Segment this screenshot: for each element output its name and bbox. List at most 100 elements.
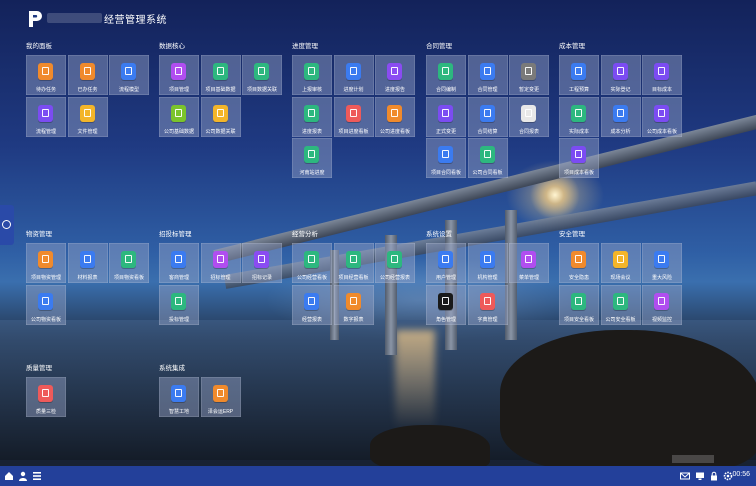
app-tile[interactable]: 上报审核 <box>292 55 332 95</box>
app-tile[interactable]: 项目合同看板 <box>426 138 466 178</box>
app-tile[interactable]: 项目安全看板 <box>559 284 599 325</box>
app-tile[interactable]: 合同报表 <box>509 96 549 137</box>
app-tile-label: 泽会运ERP <box>207 409 234 415</box>
app-tile[interactable]: 安全隐患 <box>559 243 599 283</box>
app-tile[interactable]: 角色管理 <box>426 284 466 325</box>
bid-icon <box>212 251 228 268</box>
app-tile[interactable]: 机构管理 <box>467 243 508 283</box>
section-title: 经营分析 <box>292 231 318 238</box>
section-title: 安全管理 <box>559 231 585 238</box>
app-tile[interactable]: 公司物资看板 <box>26 284 66 325</box>
app-tile[interactable]: 正式变更 <box>426 96 466 137</box>
menu-icon[interactable] <box>32 471 42 481</box>
app-tile-label: 合同管理 <box>477 87 498 93</box>
app-tile[interactable]: 进度报告 <box>375 55 415 95</box>
app-tile[interactable]: 投标管理 <box>159 284 199 325</box>
app-tile[interactable]: 实际成本 <box>559 96 599 137</box>
app-tile-label: 待办任务 <box>35 87 56 93</box>
app-tile[interactable]: 公司成本看板 <box>642 96 682 137</box>
app-tile[interactable]: 质量三检 <box>26 377 66 417</box>
app-tile[interactable]: 公司经营看板 <box>292 243 332 283</box>
app-tile[interactable]: 客商管理 <box>159 243 199 283</box>
app-tile[interactable]: 公司进度看板 <box>375 96 415 137</box>
app-tile[interactable]: 目标成本 <box>642 55 682 95</box>
app-tile[interactable]: 材料报表 <box>67 243 108 283</box>
board-icon <box>612 292 628 310</box>
app-tile[interactable]: 智慧工地 <box>159 377 199 417</box>
app-tile[interactable]: 文件管理 <box>67 96 108 137</box>
app-tile[interactable]: 项目进度看板 <box>333 96 374 137</box>
section-title: 招投标管理 <box>159 231 192 238</box>
app-tile[interactable]: 流程管理 <box>26 96 66 137</box>
app-tile[interactable]: 项目基础数据 <box>200 55 241 95</box>
record-icon <box>254 251 269 268</box>
app-tile[interactable]: 招标管理 <box>200 243 241 283</box>
app-tile[interactable]: 暂定变更 <box>509 55 549 95</box>
app-tile[interactable]: 合同管理 <box>467 55 508 95</box>
app-tile-label: 公司物资看板 <box>30 316 61 323</box>
app-tile-label: 数字报表 <box>343 316 364 323</box>
settle-icon <box>479 104 495 122</box>
app-tile[interactable]: 公司合同看板 <box>467 138 508 178</box>
lock-icon[interactable] <box>709 471 719 481</box>
app-tile[interactable]: 合同结算 <box>467 96 508 137</box>
app-tile[interactable]: 项目经营看板 <box>333 243 374 283</box>
table-icon <box>304 104 319 122</box>
app-tile[interactable]: 公司安全看板 <box>600 284 641 325</box>
material-icon <box>38 251 53 268</box>
mail-icon[interactable] <box>680 471 690 481</box>
app-tile[interactable]: 工程预算 <box>559 55 599 95</box>
app-tile[interactable]: 项目物资看板 <box>109 243 149 283</box>
table-icon <box>387 251 402 268</box>
rock <box>500 330 756 470</box>
app-tile-label: 公司进度看板 <box>379 128 410 135</box>
app-tile[interactable]: 菜单管理 <box>509 243 549 283</box>
app-tile-label: 项目进度看板 <box>338 128 369 135</box>
app-tile[interactable]: 项目管理 <box>159 55 199 95</box>
doc-icon <box>387 63 402 80</box>
budget-icon <box>571 63 586 80</box>
app-tile[interactable]: 公司数据关联 <box>200 96 241 137</box>
app-tile-label: 进度计划 <box>343 87 364 93</box>
app-tile[interactable]: 进度计划 <box>333 55 374 95</box>
app-tile[interactable]: 公司基础数据 <box>159 96 199 137</box>
app-tile[interactable]: 现场会议 <box>600 243 641 283</box>
app-tile[interactable]: 招标记录 <box>242 243 282 283</box>
app-tile[interactable]: 待办任务 <box>26 55 66 95</box>
app-tile[interactable]: 视频监控 <box>642 284 682 325</box>
app-tile-label: 流程模型 <box>118 87 139 93</box>
app-tile[interactable]: 合同编制 <box>426 55 466 95</box>
screen-icon[interactable] <box>695 471 705 481</box>
app-tile[interactable]: 流程模型 <box>109 55 149 95</box>
analysis-icon <box>612 104 628 122</box>
app-tile[interactable]: 用户管理 <box>426 243 466 283</box>
app-tile[interactable]: 已办任务 <box>67 55 108 95</box>
app-tile-label: 上报审核 <box>301 87 322 93</box>
app-tile[interactable]: 重大风险 <box>642 243 682 283</box>
app-tile[interactable]: 泽会运ERP <box>200 377 241 417</box>
board-icon <box>304 251 319 268</box>
home-icon[interactable] <box>4 471 14 481</box>
light-reflection <box>395 330 435 430</box>
side-expand-button[interactable] <box>0 205 14 245</box>
app-tile-label: 进度报表 <box>301 128 322 135</box>
app-tile[interactable]: 实际登记 <box>600 55 641 95</box>
contract-icon <box>479 63 495 80</box>
app-tile[interactable]: 项目物资管理 <box>26 243 66 283</box>
app-tile[interactable]: 公司经营报表 <box>375 243 415 283</box>
section-title: 成本管理 <box>559 43 585 50</box>
app-tile-label: 公司安全看板 <box>605 316 636 323</box>
user-icon[interactable] <box>18 471 28 481</box>
app-tile[interactable]: 项目成本看板 <box>559 138 599 178</box>
erp-icon <box>212 385 228 402</box>
app-tile[interactable]: 数字报表 <box>333 284 374 325</box>
app-tile[interactable]: 河南站进度 <box>292 138 332 178</box>
app-tile-label: 合同编制 <box>435 87 456 93</box>
app-tile[interactable]: 进度报表 <box>292 96 332 137</box>
app-tile-label: 角色管理 <box>435 316 456 323</box>
app-tile[interactable]: 字典管理 <box>467 284 508 325</box>
board-icon <box>571 146 586 163</box>
app-tile[interactable]: 项目数据关联 <box>242 55 282 95</box>
app-tile[interactable]: 成本分析 <box>600 96 641 137</box>
app-tile[interactable]: 经营报表 <box>292 284 332 325</box>
